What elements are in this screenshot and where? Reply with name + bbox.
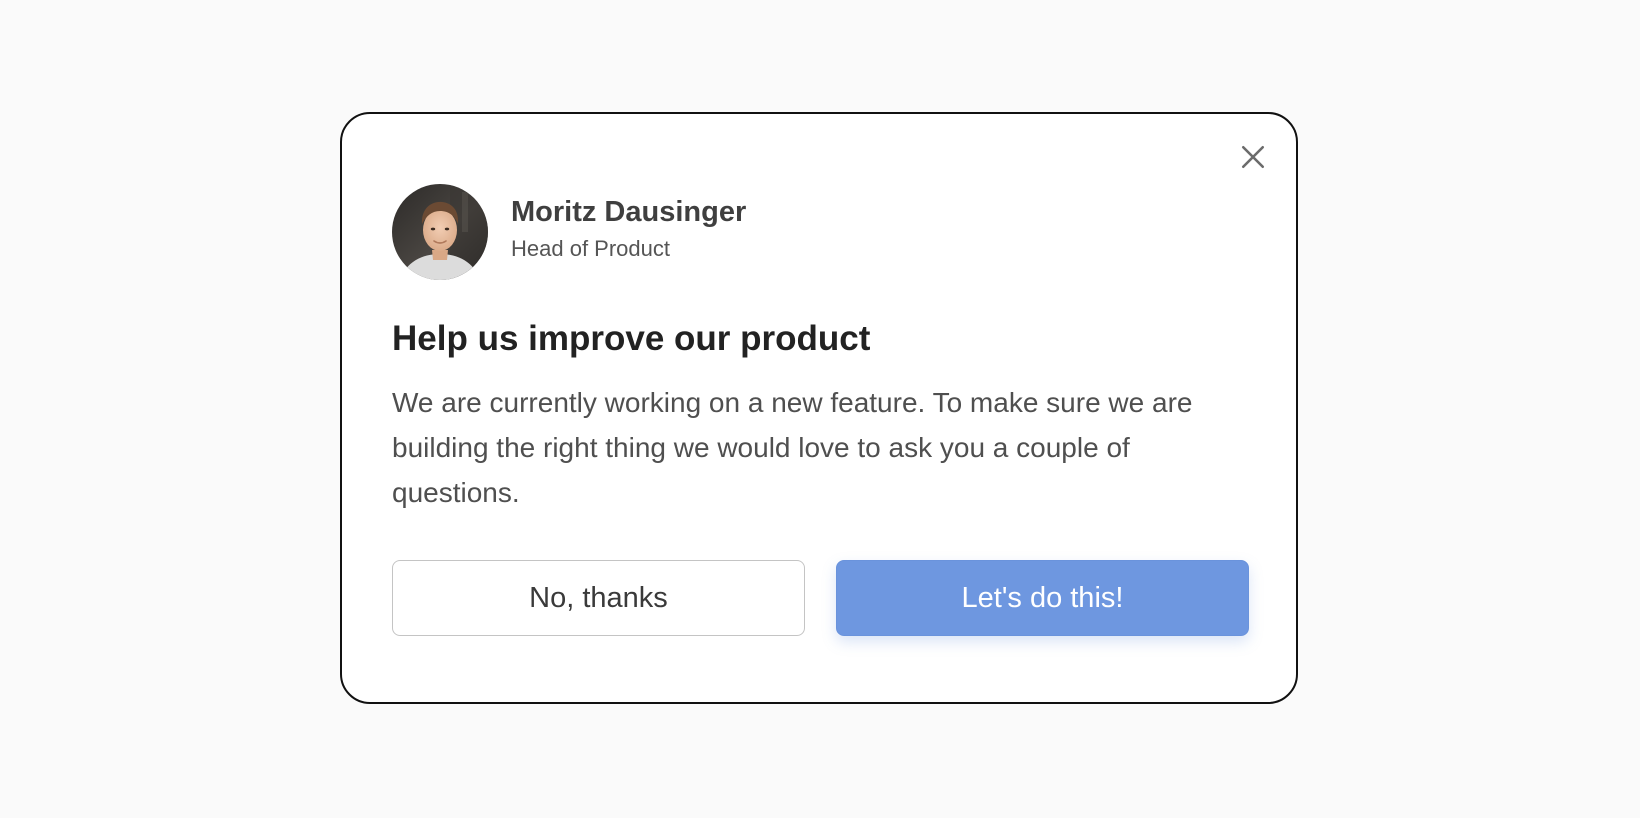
modal-body-text: We are currently working on a new featur… (392, 387, 1193, 508)
avatar (392, 184, 488, 280)
lets-do-this-button[interactable]: Let's do this! (836, 560, 1249, 636)
modal-title: Help us improve our product (392, 319, 871, 358)
author-name: Moritz Dausinger (511, 196, 747, 228)
close-icon (1241, 145, 1265, 169)
author-block: Moritz Dausinger Head of Product (392, 184, 746, 280)
no-thanks-button[interactable]: No, thanks (392, 560, 805, 636)
close-button[interactable] (1236, 140, 1270, 174)
avatar-photo (392, 184, 488, 280)
author-role: Head of Product (511, 236, 670, 261)
survey-modal: Moritz Dausinger Head of Product Help us… (340, 112, 1298, 704)
